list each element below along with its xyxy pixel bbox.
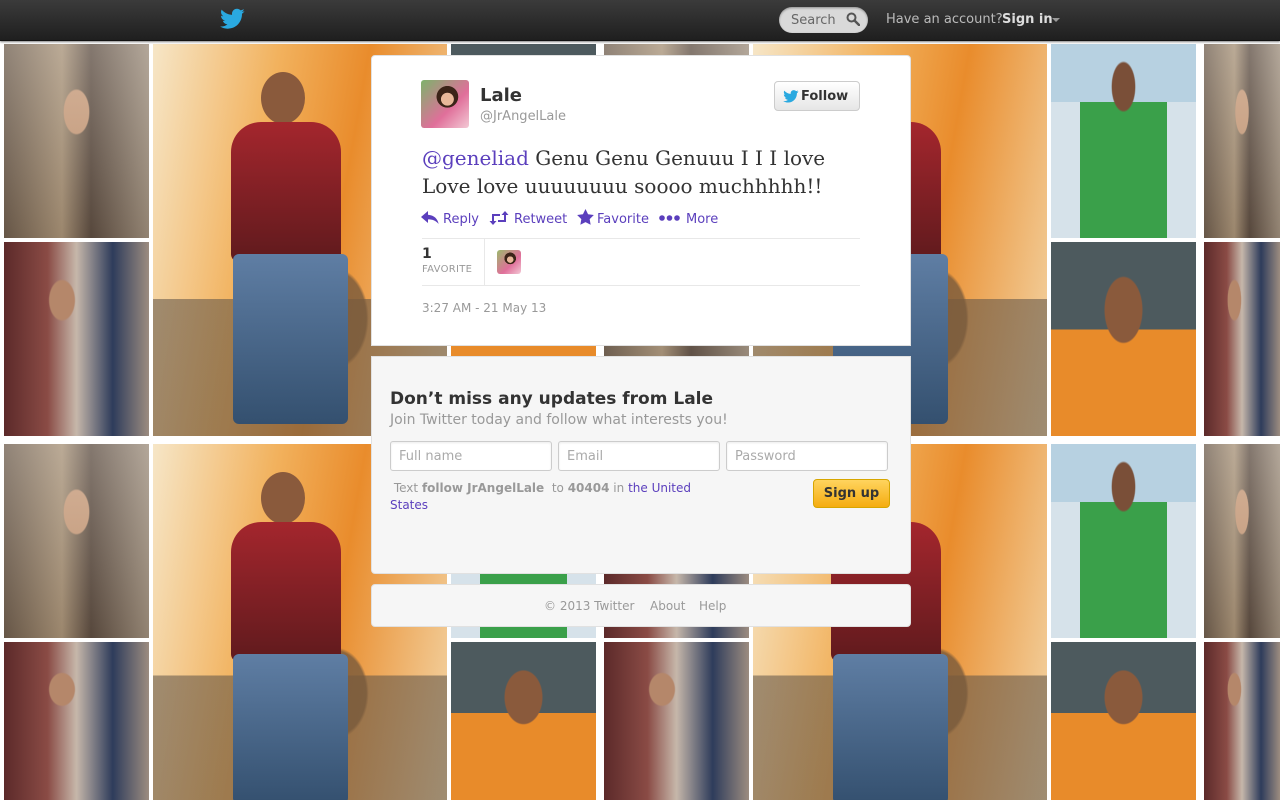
email-field[interactable] — [558, 441, 720, 471]
copyright: © 2013 Twitter — [544, 599, 635, 613]
sms-command: follow JrAngelLale — [421, 481, 545, 495]
tweet-timestamp[interactable]: 3:27 AM - 21 May 13 — [422, 301, 546, 315]
background-photo — [1204, 242, 1280, 436]
retweet-label: Retweet — [514, 212, 568, 227]
background-photo — [451, 642, 596, 800]
signup-title: Don’t miss any updates from Lale — [390, 389, 714, 409]
tweet-text: @geneliad Genu Genu Genuuu I I I love Lo… — [422, 144, 842, 200]
sms-in: in — [613, 481, 625, 495]
favorite-label: Favorite — [597, 212, 649, 227]
have-account-text: Have an account? — [886, 12, 1003, 27]
reply-icon — [421, 211, 439, 224]
help-link[interactable]: Help — [699, 599, 726, 613]
background-photo — [1204, 44, 1280, 238]
sms-follow-text: Text follow JrAngelLale to 40404 in the … — [390, 480, 720, 514]
star-icon — [577, 209, 594, 225]
sms-to: to — [551, 481, 564, 495]
background-photo — [4, 44, 149, 238]
background-photo — [1051, 242, 1196, 436]
background-photo — [604, 642, 749, 800]
author-name[interactable]: Lale — [480, 85, 522, 106]
divider — [422, 238, 860, 239]
tweet-card: Lale @JrAngelLale Follow @geneliad Genu … — [371, 55, 911, 346]
footer: © 2013 Twitter About Help — [371, 584, 911, 627]
avatar[interactable] — [421, 80, 469, 128]
favoriter-avatar[interactable] — [497, 250, 521, 274]
chevron-down-icon[interactable] — [1052, 18, 1060, 22]
divider — [484, 239, 485, 285]
background-photo — [4, 444, 149, 638]
password-field[interactable] — [726, 441, 888, 471]
author-handle[interactable]: @JrAngelLale — [480, 109, 566, 124]
background-photo — [1051, 44, 1196, 238]
background-photo — [4, 242, 149, 436]
about-link[interactable]: About — [650, 599, 685, 613]
signup-subtitle: Join Twitter today and follow what inter… — [390, 412, 728, 428]
more-dots-icon — [659, 215, 680, 221]
more-label: More — [686, 212, 719, 227]
reply-label: Reply — [443, 212, 480, 227]
twitter-bird-icon — [783, 90, 799, 103]
background-photo — [1051, 444, 1196, 638]
signup-panel: Don’t miss any updates from Lale Join Tw… — [371, 356, 911, 574]
search-icon[interactable] — [846, 12, 860, 26]
sign-in-link[interactable]: Sign in — [1002, 12, 1053, 27]
retweet-icon — [489, 211, 509, 225]
top-bar: Have an account? Sign in — [0, 0, 1280, 41]
mention-link[interactable]: @geneliad — [422, 146, 529, 170]
sms-number: 40404 — [567, 481, 610, 495]
divider — [422, 285, 860, 286]
twitter-bird-logo[interactable] — [220, 8, 245, 30]
full-name-field[interactable] — [390, 441, 552, 471]
background-photo — [4, 642, 149, 800]
favorite-count-label: FAVORITE — [422, 264, 473, 275]
background-photo — [1204, 642, 1280, 800]
sign-up-button[interactable]: Sign up — [813, 479, 890, 508]
favorite-count[interactable]: 1 — [422, 246, 432, 262]
sms-prefix: Text — [393, 481, 419, 495]
background-photo — [1051, 642, 1196, 800]
background-photo — [1204, 444, 1280, 638]
